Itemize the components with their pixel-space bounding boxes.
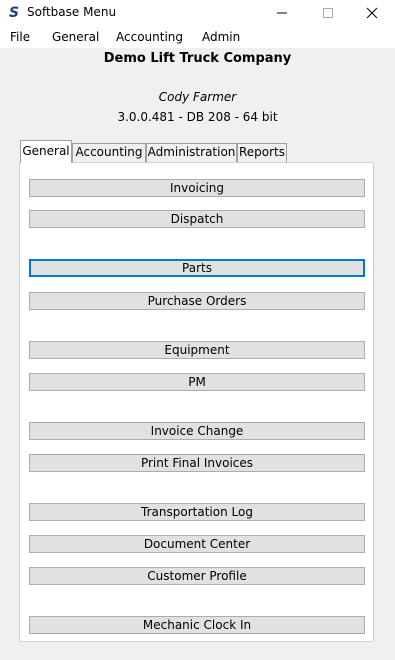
customer-profile-button[interactable]: Customer Profile: [29, 567, 365, 585]
transportation-log-button[interactable]: Transportation Log: [29, 503, 365, 521]
title-bar: S Softbase Menu: [0, 0, 395, 26]
purchase-orders-button[interactable]: Purchase Orders: [29, 292, 365, 310]
close-icon: [366, 7, 378, 19]
close-button[interactable]: [349, 0, 395, 26]
softbase-app-icon: S: [7, 4, 21, 20]
invoice-change-button[interactable]: Invoice Change: [29, 422, 365, 440]
parts-button[interactable]: Parts: [29, 259, 365, 277]
general-tab-panel: Invoicing Dispatch Parts Purchase Orders…: [19, 162, 374, 642]
version-info: 3.0.0.481 - DB 208 - 64 bit: [117, 110, 278, 124]
document-center-button[interactable]: Document Center: [29, 535, 365, 553]
menu-general[interactable]: General: [52, 30, 99, 44]
print-final-invoices-button[interactable]: Print Final Invoices: [29, 454, 365, 472]
status-bar: [0, 644, 395, 660]
equipment-button[interactable]: Equipment: [29, 341, 365, 359]
tab-general[interactable]: General: [20, 140, 72, 163]
company-name: Demo Lift Truck Company: [103, 51, 292, 66]
dispatch-button[interactable]: Dispatch: [29, 210, 365, 228]
menu-admin[interactable]: Admin: [202, 30, 240, 44]
menu-file[interactable]: File: [10, 30, 30, 44]
invoicing-button[interactable]: Invoicing: [29, 179, 365, 197]
tab-accounting[interactable]: Accounting: [72, 143, 146, 162]
mechanic-clock-in-button[interactable]: Mechanic Clock In: [29, 616, 365, 634]
maximize-icon: [323, 8, 333, 18]
tab-reports[interactable]: Reports: [237, 143, 287, 162]
maximize-button[interactable]: [305, 0, 351, 26]
app-icon-letter: S: [9, 5, 19, 20]
menu-bar: File General Accounting Admin: [0, 26, 395, 48]
minimize-icon: [277, 12, 287, 14]
pm-button[interactable]: PM: [29, 373, 365, 391]
window-title: Softbase Menu: [27, 5, 117, 19]
minimize-button[interactable]: [259, 0, 305, 26]
tab-administration[interactable]: Administration: [146, 143, 237, 162]
menu-accounting[interactable]: Accounting: [116, 30, 183, 44]
user-name: Cody Farmer: [158, 90, 237, 104]
